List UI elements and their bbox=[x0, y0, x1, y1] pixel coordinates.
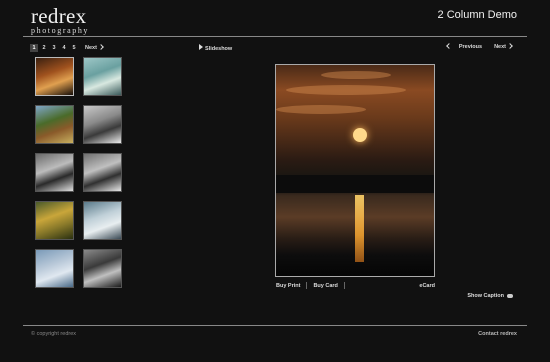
photo-cloud bbox=[276, 105, 366, 114]
page-3-link[interactable]: 3 bbox=[50, 44, 58, 52]
photo-sun bbox=[353, 128, 367, 142]
page-title: 2 Column Demo bbox=[437, 9, 517, 21]
site-logo[interactable]: redrex photography bbox=[31, 4, 90, 36]
photo-actions: Buy Print Buy Card eCard bbox=[276, 282, 435, 289]
action-separator bbox=[306, 282, 308, 289]
show-caption-label: Show Caption bbox=[467, 293, 504, 299]
contact-link[interactable]: Contact redrex bbox=[478, 331, 517, 337]
thumb-rollercoaster[interactable] bbox=[83, 57, 122, 96]
previous-label: Previous bbox=[458, 44, 483, 50]
image-navigation: Previous Next bbox=[435, 43, 513, 50]
thumb-golden-field[interactable] bbox=[35, 201, 74, 240]
thumb-big-ben[interactable] bbox=[83, 249, 122, 288]
thumb-barn-field[interactable] bbox=[35, 105, 74, 144]
thumb-snow-tree[interactable] bbox=[35, 249, 74, 288]
photo-treeline bbox=[276, 175, 434, 193]
gallery-pager: 1 2 3 4 5 Next bbox=[30, 44, 104, 52]
page-5-link[interactable]: 5 bbox=[70, 44, 78, 52]
slideshow-label: Slideshow bbox=[205, 46, 233, 52]
thumb-sunset[interactable] bbox=[35, 57, 74, 96]
thumb-winter-trees-2[interactable] bbox=[83, 153, 122, 192]
slideshow-button[interactable]: Slideshow bbox=[199, 44, 232, 52]
thumb-winter-trees-1[interactable] bbox=[35, 153, 74, 192]
photo-cloud bbox=[321, 71, 391, 79]
play-icon bbox=[199, 44, 203, 50]
next-image-button[interactable]: Next bbox=[488, 43, 513, 50]
show-caption-button[interactable]: Show Caption bbox=[467, 293, 513, 299]
footer-divider bbox=[23, 325, 527, 326]
chevron-right-icon bbox=[98, 44, 104, 50]
thumb-snowy-trees[interactable] bbox=[83, 105, 122, 144]
pager-next-button[interactable]: Next bbox=[85, 44, 104, 51]
page-4-link[interactable]: 4 bbox=[60, 44, 68, 52]
chevron-right-icon bbox=[507, 43, 513, 49]
photo-sun-reflection bbox=[355, 195, 364, 262]
next-label: Next bbox=[494, 44, 506, 50]
action-separator bbox=[343, 282, 345, 289]
page-2-link[interactable]: 2 bbox=[40, 44, 48, 52]
header-divider bbox=[23, 36, 527, 37]
copyright-text: © copyright redrex bbox=[31, 331, 77, 337]
ecard-link[interactable]: eCard bbox=[419, 283, 435, 289]
speech-bubble-icon bbox=[507, 294, 513, 298]
pager-next-label: Next bbox=[85, 45, 97, 51]
logo-subtitle: photography bbox=[31, 26, 90, 35]
photo-cloud bbox=[286, 85, 406, 95]
chevron-left-icon bbox=[446, 43, 452, 49]
logo-text: redrex bbox=[31, 4, 87, 28]
page-1-link[interactable]: 1 bbox=[30, 44, 38, 52]
main-photo-sunset[interactable] bbox=[275, 64, 435, 277]
buy-card-link[interactable]: Buy Card bbox=[313, 283, 337, 289]
previous-image-button[interactable]: Previous bbox=[441, 43, 483, 50]
thumb-frosted-tree[interactable] bbox=[83, 201, 122, 240]
buy-print-link[interactable]: Buy Print bbox=[276, 283, 300, 289]
